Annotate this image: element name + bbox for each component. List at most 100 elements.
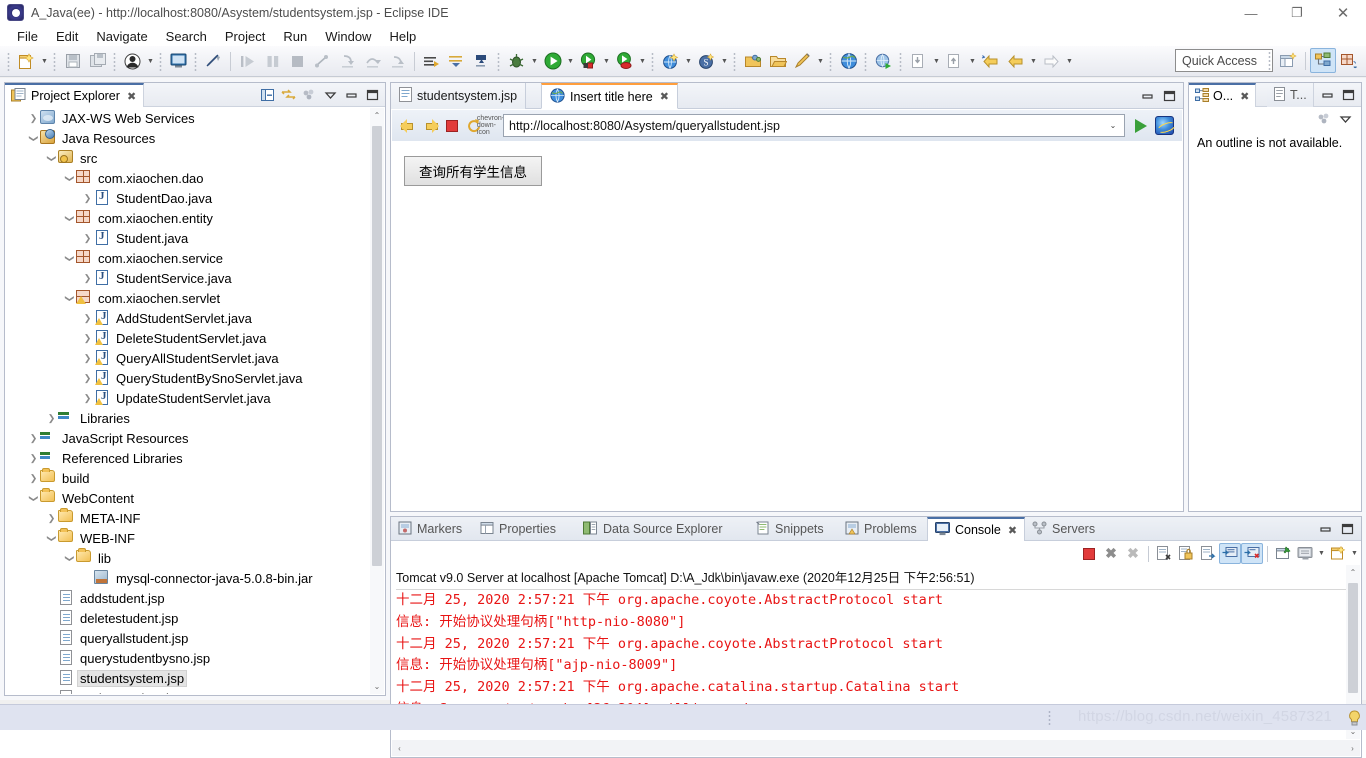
tab-snippets[interactable]: Snippets xyxy=(749,517,831,541)
twisty-collapsed-icon[interactable]: ❯ xyxy=(82,333,93,344)
tree-item[interactable]: ❯ build xyxy=(6,468,372,488)
tree-item[interactable]: ❯ JavaScript Resources xyxy=(6,428,372,448)
user-profile-dropdown-icon[interactable]: ▼ xyxy=(145,50,156,73)
show-console-on-error-icon[interactable] xyxy=(1241,543,1263,564)
tree-item[interactable]: queryallstudent.jsp xyxy=(6,628,372,648)
twisty-expanded-icon[interactable]: ❯ xyxy=(64,253,75,264)
run-web-service-icon[interactable] xyxy=(872,50,895,73)
tree-item[interactable]: ❯ com.xiaochen.dao xyxy=(6,168,372,188)
tree-item[interactable]: deletestudent.jsp xyxy=(6,608,372,628)
tab-problems[interactable]: Problems xyxy=(838,517,924,541)
close-icon[interactable]: ✖ xyxy=(1240,90,1249,103)
terminate-icon[interactable] xyxy=(1078,543,1100,564)
view-menu-icon[interactable] xyxy=(299,85,320,106)
word-wrap-icon[interactable] xyxy=(1197,543,1219,564)
open-console-icon[interactable] xyxy=(1327,543,1349,564)
console-horizontal-scrollbar[interactable]: ‹ › xyxy=(392,740,1360,756)
tab-markers[interactable]: Markers xyxy=(391,517,469,541)
run-icon[interactable] xyxy=(541,50,564,73)
close-icon[interactable]: ✖ xyxy=(1008,524,1017,537)
twisty-expanded-icon[interactable]: ❯ xyxy=(64,293,75,304)
internet-explorer-icon[interactable] xyxy=(1152,114,1177,137)
step-return-icon[interactable] xyxy=(386,50,409,73)
tree-item[interactable]: querystudentbysno.jsp xyxy=(6,648,372,668)
tree-item[interactable]: ❯ StudentDao.java xyxy=(6,188,372,208)
menu-window[interactable]: Window xyxy=(316,28,380,45)
tree-item[interactable]: ❯ DeleteStudentServlet.java xyxy=(6,328,372,348)
tree-item[interactable]: ❯ UpdateStudentServlet.java xyxy=(6,388,372,408)
twisty-collapsed-icon[interactable]: ❯ xyxy=(28,453,39,464)
scroll-left-icon[interactable]: ‹ xyxy=(392,744,407,753)
save-all-icon[interactable] xyxy=(86,50,109,73)
menu-search[interactable]: Search xyxy=(157,28,216,45)
show-console-on-output-icon[interactable] xyxy=(1219,543,1241,564)
tree-item[interactable]: ❯ lib xyxy=(6,548,372,568)
tree-item[interactable]: ❯ QueryAllStudentServlet.java xyxy=(6,348,372,368)
close-icon[interactable]: ✖ xyxy=(660,90,669,103)
tab-outline[interactable]: O... ✖ xyxy=(1189,83,1257,107)
twisty-expanded-icon[interactable]: ❯ xyxy=(64,553,75,564)
scroll-right-icon[interactable]: › xyxy=(1345,744,1360,753)
back-navigate-icon[interactable] xyxy=(1004,50,1027,73)
tab-insert-title-here[interactable]: Insert title here ✖ xyxy=(541,83,678,109)
tree-item[interactable]: ❯ WEB-INF xyxy=(6,528,372,548)
twisty-expanded-icon[interactable]: ❯ xyxy=(46,533,57,544)
scrollbar-thumb[interactable] xyxy=(372,126,382,566)
tree-item[interactable]: ❯ WebContent xyxy=(6,488,372,508)
run-dropdown-icon[interactable]: ▼ xyxy=(565,50,576,73)
back-navigate-dropdown-icon[interactable]: ▼ xyxy=(1028,50,1039,73)
new-web-project-icon[interactable] xyxy=(659,50,682,73)
export-icon[interactable] xyxy=(943,50,966,73)
tree-item[interactable]: ❯ JAX-WS Web Services xyxy=(6,108,372,128)
twisty-collapsed-icon[interactable]: ❯ xyxy=(82,273,93,284)
import-dropdown-icon[interactable]: ▼ xyxy=(931,50,942,73)
forward-arrow-icon[interactable] xyxy=(419,115,441,137)
remove-all-terminated-icon[interactable]: ✖ xyxy=(1122,543,1144,564)
menu-navigate[interactable]: Navigate xyxy=(87,28,156,45)
run-last-tool-icon[interactable] xyxy=(470,50,493,73)
tab-console[interactable]: Console ✖ xyxy=(927,517,1026,541)
import-icon[interactable] xyxy=(907,50,930,73)
twisty-collapsed-icon[interactable]: ❯ xyxy=(82,373,93,384)
last-edit-location-icon[interactable] xyxy=(445,50,468,73)
new-wizard-dropdown-icon[interactable]: ▼ xyxy=(39,50,50,73)
menu-run[interactable]: Run xyxy=(274,28,316,45)
minimize-icon[interactable] xyxy=(1314,518,1336,540)
save-icon[interactable] xyxy=(61,50,84,73)
menu-edit[interactable]: Edit xyxy=(47,28,87,45)
stop-icon[interactable] xyxy=(441,115,463,137)
twisty-expanded-icon[interactable]: ❯ xyxy=(64,213,75,224)
display-selected-console-icon[interactable] xyxy=(1294,543,1316,564)
tree-item[interactable]: ❯ com.xiaochen.service xyxy=(6,248,372,268)
url-dropdown-icon[interactable]: ⌄ xyxy=(1105,117,1121,134)
scroll-lock-icon[interactable] xyxy=(1175,543,1197,564)
minimize-window-button[interactable]: — xyxy=(1228,0,1274,26)
forward-navigate-dropdown-icon[interactable]: ▼ xyxy=(1064,50,1075,73)
tree-item[interactable]: ❯ Referenced Libraries xyxy=(6,448,372,468)
go-play-icon[interactable] xyxy=(1129,114,1152,137)
java-ee-perspective-icon[interactable] xyxy=(1310,48,1336,73)
quick-access-input[interactable]: Quick Access xyxy=(1175,49,1273,72)
tree-item[interactable]: ❯ AddStudentServlet.java xyxy=(6,308,372,328)
scroll-up-icon[interactable]: ⌃ xyxy=(370,108,384,123)
twisty-expanded-icon[interactable]: ❯ xyxy=(28,133,39,144)
skip-breakpoints-icon[interactable] xyxy=(202,50,225,73)
maximize-icon[interactable] xyxy=(1338,85,1359,106)
tree-item[interactable]: ❯ Java Resources xyxy=(6,128,372,148)
minimize-icon[interactable] xyxy=(341,85,362,106)
web-browser-toolbar-icon[interactable] xyxy=(837,50,860,73)
run-profile-icon[interactable] xyxy=(613,50,636,73)
twisty-collapsed-icon[interactable]: ❯ xyxy=(46,513,57,524)
minimize-icon[interactable] xyxy=(1317,85,1338,106)
tab-servers[interactable]: Servers xyxy=(1025,517,1102,541)
open-resource-icon[interactable] xyxy=(766,50,789,73)
new-web-project-dropdown-icon[interactable]: ▼ xyxy=(683,50,694,73)
resume-icon[interactable] xyxy=(236,50,259,73)
back-history-icon[interactable] xyxy=(979,50,1002,73)
search-pencil-icon[interactable] xyxy=(791,50,814,73)
scroll-down-icon[interactable]: ⌄ xyxy=(370,679,384,694)
maximize-window-button[interactable]: ❐ xyxy=(1274,0,1320,26)
menu-help[interactable]: Help xyxy=(380,28,425,45)
twisty-expanded-icon[interactable]: ❯ xyxy=(46,153,57,164)
twisty-collapsed-icon[interactable]: ❯ xyxy=(28,113,39,124)
